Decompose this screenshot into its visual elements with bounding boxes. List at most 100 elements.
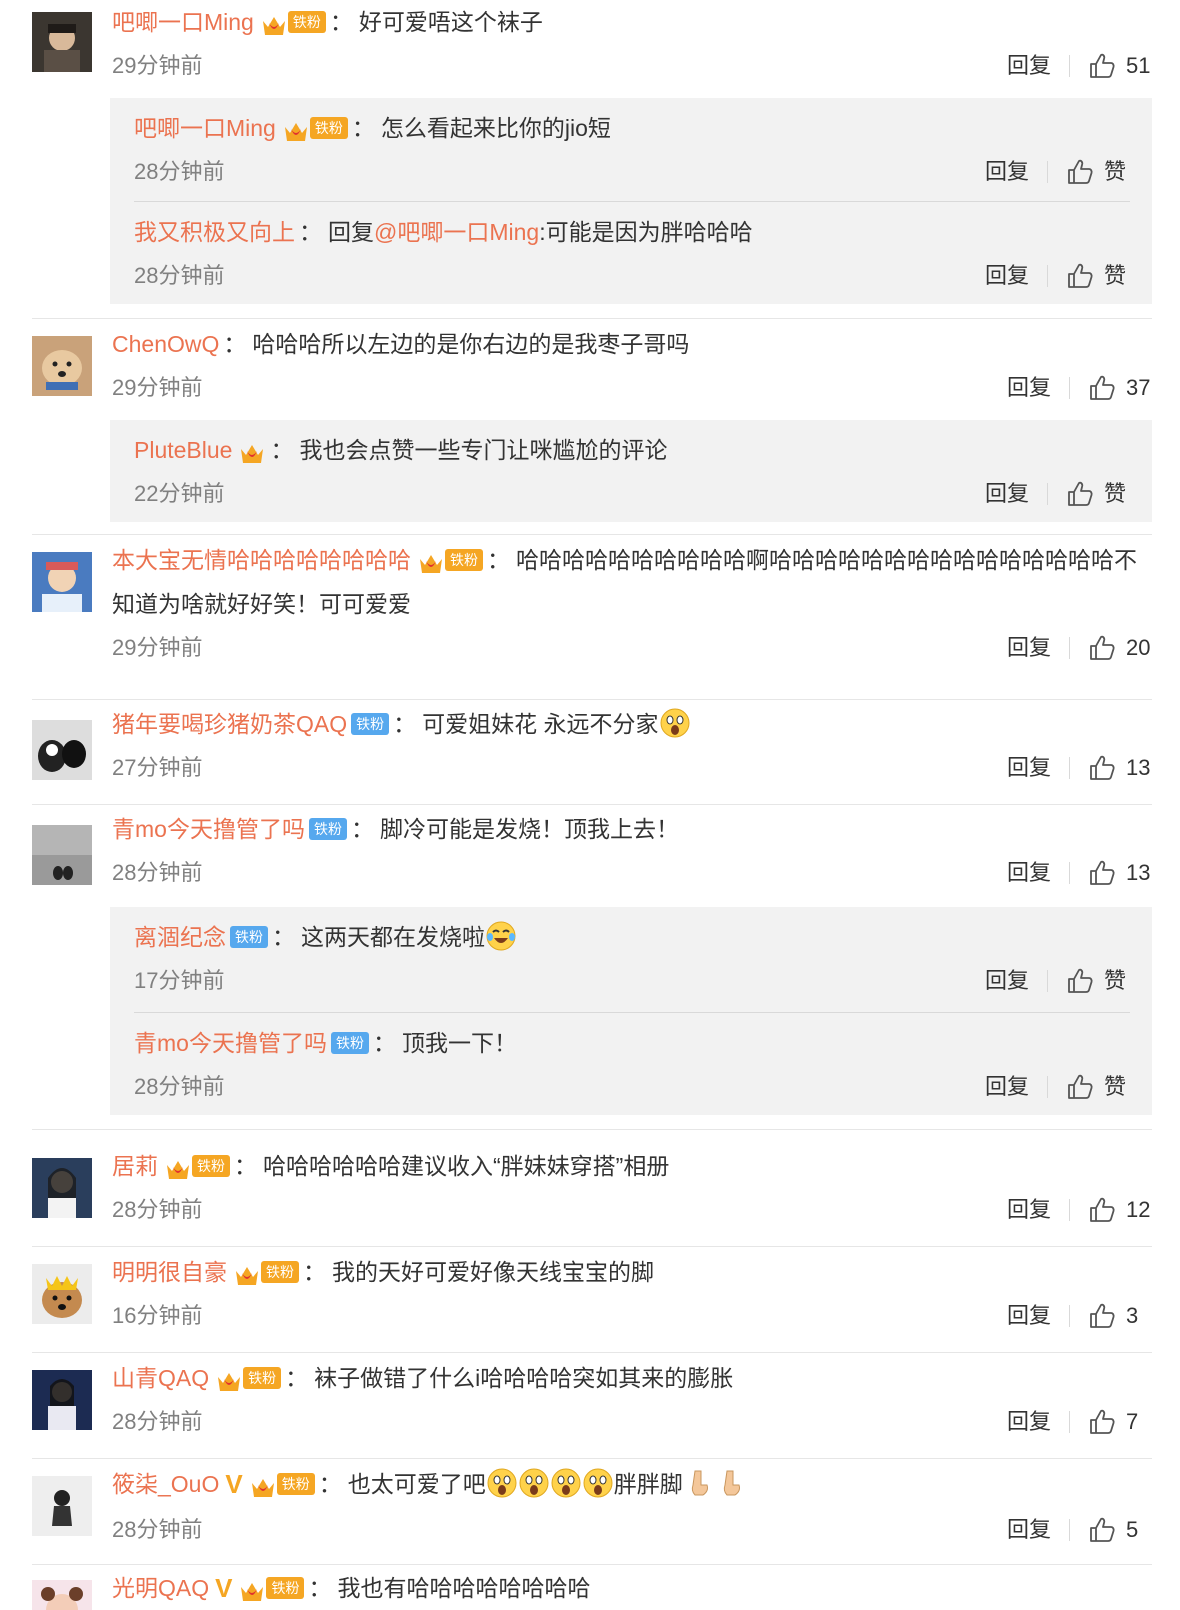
timestamp: 29分钟前 <box>112 375 203 400</box>
hand-pointing-down-emoji-icon <box>683 1467 715 1499</box>
like-count: 37 <box>1126 375 1151 400</box>
reply-button[interactable]: 回复 <box>1007 1508 1051 1552</box>
like-count: 3 <box>1126 1303 1139 1328</box>
reply-button[interactable]: 回复 <box>985 150 1029 194</box>
username[interactable]: 明明很自豪 <box>112 1259 227 1285</box>
divider <box>1069 55 1070 77</box>
username[interactable]: 青mo今天撸管了吗 <box>134 1030 327 1056</box>
username[interactable]: PluteBlue <box>134 437 232 463</box>
username[interactable]: 青mo今天撸管了吗 <box>112 816 305 842</box>
timestamp: 22分钟前 <box>134 481 225 506</box>
thumbs-up-icon[interactable] <box>1088 52 1116 80</box>
comment-text-suffix: 胖胖脚 <box>613 1471 683 1497</box>
avatar[interactable] <box>32 1476 92 1536</box>
thumbs-up-icon[interactable] <box>1088 634 1116 662</box>
avatar[interactable] <box>32 12 92 72</box>
comment-meta: 29分钟前 回复 51 <box>112 44 1152 88</box>
reply-button[interactable]: 回复 <box>1007 1400 1051 1444</box>
thumbs-up-icon[interactable] <box>1066 262 1094 290</box>
reply-button[interactable]: 回复 <box>1007 1294 1051 1338</box>
comment-feed: 吧唧一口Ming 铁粉：好可爱唔这个袜子 29分钟前 回复 51 吧唧一口Ming… <box>0 0 1180 1610</box>
fan-badge: 铁粉 <box>192 1154 230 1177</box>
timestamp: 27分钟前 <box>112 755 203 780</box>
thumbs-up-icon[interactable] <box>1088 1516 1116 1544</box>
username[interactable]: 离涸纪念 <box>134 924 226 950</box>
reply-thread: 吧唧一口Ming 铁粉：怎么看起来比你的jio短 28分钟前 回复 赞 我又积极又… <box>110 98 1152 304</box>
mention-link[interactable]: @吧唧一口Ming <box>374 219 539 245</box>
crown-icon <box>164 1153 192 1179</box>
username[interactable]: 居莉 <box>112 1153 158 1179</box>
timestamp: 28分钟前 <box>134 263 225 288</box>
like-label[interactable]: 赞 <box>1104 254 1130 298</box>
thumbs-up-icon[interactable] <box>1066 158 1094 186</box>
like-label[interactable]: 赞 <box>1104 1065 1130 1109</box>
thumbs-up-icon[interactable] <box>1088 754 1116 782</box>
timestamp: 28分钟前 <box>134 159 225 184</box>
comment-text: 也太可爱了吧 <box>347 1471 486 1497</box>
divider <box>1069 862 1070 884</box>
fan-badge: 铁粉 <box>309 116 348 139</box>
thumbs-up-icon[interactable] <box>1066 1073 1094 1101</box>
thumbs-up-icon[interactable] <box>1088 1196 1116 1224</box>
comment-text: 我的天好可爱好像天线宝宝的脚 <box>332 1259 654 1285</box>
thumbs-up-icon[interactable] <box>1088 859 1116 887</box>
username[interactable]: 吧唧一口Ming <box>112 9 254 35</box>
timestamp: 29分钟前 <box>112 53 203 78</box>
reply-button[interactable]: 回复 <box>1007 366 1051 410</box>
avatar[interactable] <box>32 552 92 612</box>
like-label[interactable]: 赞 <box>1104 472 1130 516</box>
scared-face-emoji-icon <box>659 707 691 739</box>
verified-v-icon: V <box>225 1468 243 1499</box>
username[interactable]: ChenOwQ <box>112 331 219 357</box>
username[interactable]: 猪年要喝珍猪奶茶QAQ <box>112 711 347 737</box>
thumbs-up-icon[interactable] <box>1088 1302 1116 1330</box>
like-label[interactable]: 赞 <box>1104 959 1130 1003</box>
username[interactable]: 光明QAQ <box>112 1575 209 1601</box>
reply-button[interactable]: 回复 <box>1007 851 1051 895</box>
thumbs-up-icon[interactable] <box>1066 480 1094 508</box>
avatar[interactable] <box>32 825 92 885</box>
username[interactable]: 我又积极又向上 <box>134 219 295 245</box>
reply-button[interactable]: 回复 <box>985 472 1029 516</box>
reply-button[interactable]: 回复 <box>985 254 1029 298</box>
reply-item: PluteBlue：我也会点赞一些专门让咪尴尬的评论 22分钟前 回复 赞 <box>134 420 1130 522</box>
divider <box>1047 970 1048 992</box>
divider <box>1047 161 1048 183</box>
comment-item: 猪年要喝珍猪奶茶QAQ 铁粉：可爱姐妹花 永远不分家 27分钟前 回复 13 <box>32 702 1152 805</box>
reply-button[interactable]: 回复 <box>985 1065 1029 1109</box>
thumbs-up-icon[interactable] <box>1088 1408 1116 1436</box>
divider <box>1069 1411 1070 1433</box>
timestamp: 28分钟前 <box>112 860 203 885</box>
username[interactable]: 吧唧一口Ming <box>134 115 276 141</box>
timestamp: 16分钟前 <box>112 1303 203 1328</box>
like-label[interactable]: 赞 <box>1104 150 1130 194</box>
fan-badge: 铁粉 <box>266 1576 305 1599</box>
thumbs-up-icon[interactable] <box>1066 967 1094 995</box>
avatar[interactable] <box>32 720 92 780</box>
divider <box>1047 1076 1048 1098</box>
username[interactable]: 本大宝无情哈哈哈哈哈哈哈哈 <box>112 547 411 573</box>
like-count: 12 <box>1126 1197 1151 1222</box>
username[interactable]: 山青QAQ <box>112 1365 209 1391</box>
like-count: 13 <box>1126 755 1151 780</box>
username[interactable]: 筱柒_OuO <box>112 1471 219 1497</box>
reply-button[interactable]: 回复 <box>985 959 1029 1003</box>
divider <box>1047 483 1048 505</box>
reply-thread: 离涸纪念 铁粉：这两天都在发烧啦 17分钟前 回复 赞 青mo今天撸管了吗 铁粉：顶… <box>110 907 1152 1115</box>
comment-text: 可爱姐妹花 永远不分家 <box>422 711 659 737</box>
reply-button[interactable]: 回复 <box>1007 626 1051 670</box>
comment-item: 青mo今天撸管了吗 铁粉：脚冷可能是发烧！顶我上去！ 28分钟前 回复 13 离涸… <box>32 807 1152 1130</box>
reply-button[interactable]: 回复 <box>1007 44 1051 88</box>
fan-badge: 铁粉 <box>308 817 347 840</box>
fan-badge: 铁粉 <box>261 1260 299 1283</box>
avatar[interactable] <box>32 1370 92 1430</box>
avatar[interactable] <box>32 336 92 396</box>
avatar[interactable] <box>32 1158 92 1218</box>
like-count: 5 <box>1126 1516 1139 1542</box>
comment-text: 好可爱唔这个袜子 <box>358 9 543 35</box>
thumbs-up-icon[interactable] <box>1088 374 1116 402</box>
avatar[interactable] <box>32 1580 92 1610</box>
reply-button[interactable]: 回复 <box>1007 746 1051 790</box>
reply-button[interactable]: 回复 <box>1007 1188 1051 1232</box>
avatar[interactable] <box>32 1264 92 1324</box>
